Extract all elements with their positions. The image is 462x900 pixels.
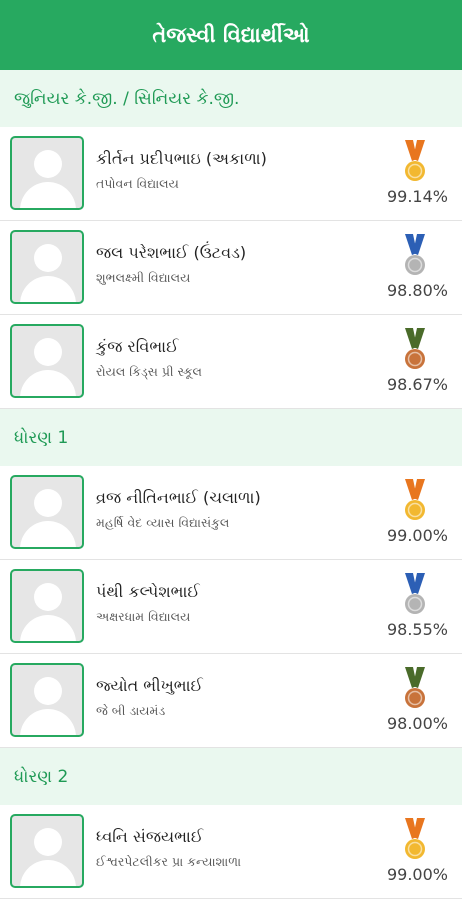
student-row[interactable]: કીર્તન પ્રદીપભાઇ (અકાળા) તપોવન વિદ્યાલય 99… — [0, 127, 462, 221]
student-row[interactable]: વ્રજ નીતિનભાઈ (ચલાળા) મહર્ષિ વેદ વ્યાસ વિ… — [0, 466, 462, 560]
student-row[interactable]: જ્યોત ભીખુભાઈ જે બી ડાયમંડ 98.00% — [0, 654, 462, 748]
avatar-placeholder-icon — [10, 663, 84, 737]
app-header: તેજસ્વી વિદ્યાર્થીઓ — [0, 0, 462, 70]
school-name: તપોવન વિદ્યાલય — [96, 176, 179, 191]
student-name: જ્યોત ભીખુભાઈ — [96, 676, 203, 695]
gold-medal-icon — [405, 818, 425, 859]
percentage-score: 98.67% — [386, 375, 448, 394]
student-name: વ્રજ નીતિનભાઈ (ચલાળા) — [96, 488, 261, 507]
avatar-placeholder-icon — [10, 814, 84, 888]
section-title: ધોરણ 2 — [14, 766, 69, 787]
percentage-score: 98.00% — [386, 714, 448, 733]
student-row[interactable]: પંથી કલ્પેશભાઈ અક્ષરધામ વિદ્યાલય 98.55% — [0, 560, 462, 654]
student-name: જલ પરેશભાઈ (ઉંટવડ) — [96, 243, 247, 262]
school-name: મહર્ષિ વેદ વ્યાસ વિદ્યાસંકુલ — [96, 515, 230, 530]
section-title: ધોરણ 1 — [14, 427, 69, 448]
percentage-score: 99.00% — [386, 865, 448, 884]
avatar-placeholder-icon — [10, 475, 84, 549]
section-title: જુનિયર કે.જી. / સિનિયર કે.જી. — [14, 88, 240, 109]
student-name: પંથી કલ્પેશભાઈ — [96, 582, 200, 601]
percentage-score: 99.14% — [386, 187, 448, 206]
bronze-medal-icon — [405, 328, 425, 369]
student-name: કીર્તન પ્રદીપભાઇ (અકાળા) — [96, 149, 267, 168]
page-title: તેજસ્વી વિદ્યાર્થીઓ — [152, 22, 310, 47]
school-name: રોયલ કિડ્સ પ્રી સ્કૂલ — [96, 364, 202, 379]
student-row[interactable]: કુંજ રવિભાઈ રોયલ કિડ્સ પ્રી સ્કૂલ 98.67% — [0, 315, 462, 409]
bronze-medal-icon — [405, 667, 425, 708]
section-header: ધોરણ 1 — [0, 409, 462, 466]
student-name: ધ્વનિ સંજયભાઈ — [96, 827, 204, 846]
avatar-placeholder-icon — [10, 136, 84, 210]
silver-medal-icon — [405, 234, 425, 275]
section-header: ધોરણ 2 — [0, 748, 462, 805]
avatar-placeholder-icon — [10, 569, 84, 643]
avatar-placeholder-icon — [10, 230, 84, 304]
avatar-placeholder-icon — [10, 324, 84, 398]
gold-medal-icon — [405, 479, 425, 520]
percentage-score: 98.55% — [386, 620, 448, 639]
school-name: શુભલક્ષ્મી વિદ્યાલય — [96, 270, 191, 285]
school-name: ઈશ્વરપેટલીકર પ્રા કન્યાશાળા — [96, 854, 242, 869]
percentage-score: 99.00% — [386, 526, 448, 545]
student-list: જુનિયર કે.જી. / સિનિયર કે.જી. કીર્તન પ્રદ… — [0, 70, 462, 899]
school-name: જે બી ડાયમંડ — [96, 703, 166, 718]
student-name: કુંજ રવિભાઈ — [96, 337, 179, 356]
gold-medal-icon — [405, 140, 425, 181]
silver-medal-icon — [405, 573, 425, 614]
student-row[interactable]: જલ પરેશભાઈ (ઉંટવડ) શુભલક્ષ્મી વિદ્યાલય 98.… — [0, 221, 462, 315]
section-header: જુનિયર કે.જી. / સિનિયર કે.જી. — [0, 70, 462, 127]
percentage-score: 98.80% — [386, 281, 448, 300]
school-name: અક્ષરધામ વિદ્યાલય — [96, 609, 191, 624]
student-row[interactable]: ધ્વનિ સંજયભાઈ ઈશ્વરપેટલીકર પ્રા કન્યાશાળા… — [0, 805, 462, 899]
